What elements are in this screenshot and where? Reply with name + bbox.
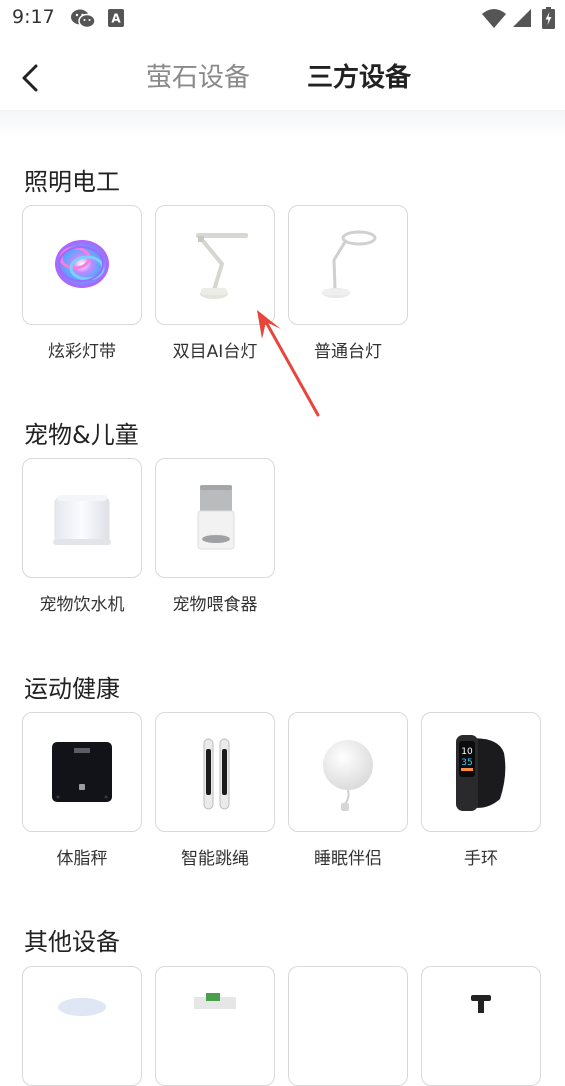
device-tile-dual-ai-desk-lamp[interactable]: 双目AI台灯 bbox=[155, 205, 275, 362]
svg-text:10: 10 bbox=[461, 747, 473, 757]
device-tile-other-3[interactable] bbox=[288, 966, 408, 1086]
wifi-icon bbox=[481, 8, 507, 32]
device-label: 宠物饮水机 bbox=[39, 595, 125, 615]
device-tile-fitness-band[interactable]: 10 35 手环 bbox=[421, 712, 541, 869]
device-tile-pet-feeder[interactable]: 宠物喂食器 bbox=[155, 458, 275, 615]
status-bar: 9:17 A bbox=[0, 0, 565, 38]
device-label: 双目AI台灯 bbox=[172, 342, 258, 362]
device-tile-sleep-companion[interactable]: 睡眠伴侣 bbox=[288, 712, 408, 869]
section-title: 其他设备 bbox=[24, 928, 120, 956]
device-tile-other-4[interactable] bbox=[421, 966, 541, 1086]
svg-text:A: A bbox=[111, 12, 121, 26]
device-tile-other-1[interactable] bbox=[22, 966, 142, 1086]
device-label: 普通台灯 bbox=[314, 342, 382, 362]
desk-lamp-icon bbox=[288, 205, 408, 325]
device-tile-pet-water-fountain[interactable]: 宠物饮水机 bbox=[22, 458, 142, 615]
led-strip-icon bbox=[22, 205, 142, 325]
device-tile-desk-lamp[interactable]: 普通台灯 bbox=[288, 205, 408, 362]
fitness-band-icon: 10 35 bbox=[421, 712, 541, 832]
body-fat-scale-icon bbox=[22, 712, 142, 832]
a-badge-icon: A bbox=[108, 9, 124, 31]
device-label: 智能跳绳 bbox=[181, 849, 249, 869]
device-tile-led-strip[interactable]: 炫彩灯带 bbox=[22, 205, 142, 362]
chevron-left-icon bbox=[22, 64, 38, 92]
section-title: 运动健康 bbox=[24, 675, 120, 703]
other-device-3-icon bbox=[288, 966, 408, 1086]
sleep-companion-icon bbox=[288, 712, 408, 832]
svg-text:35: 35 bbox=[461, 758, 472, 768]
section-title: 宠物&儿童 bbox=[24, 421, 139, 449]
device-label: 睡眠伴侣 bbox=[314, 849, 382, 869]
device-tile-body-fat-scale[interactable]: 体脂秤 bbox=[22, 712, 142, 869]
device-label: 宠物喂食器 bbox=[172, 595, 258, 615]
status-time: 9:17 bbox=[12, 6, 55, 28]
back-button[interactable] bbox=[14, 60, 50, 96]
header-divider bbox=[0, 110, 565, 138]
smart-jump-rope-icon bbox=[155, 712, 275, 832]
battery-charging-icon bbox=[542, 7, 555, 33]
tab-ezviz-devices[interactable]: 萤石设备 bbox=[146, 60, 250, 96]
device-label: 体脂秤 bbox=[56, 849, 108, 869]
top-nav-bar: 萤石设备 三方设备 bbox=[0, 38, 565, 120]
other-device-4-icon bbox=[421, 966, 541, 1086]
device-label: 手环 bbox=[464, 849, 498, 869]
other-device-1-icon bbox=[22, 966, 142, 1086]
device-tile-other-2[interactable] bbox=[155, 966, 275, 1086]
signal-icon bbox=[512, 8, 532, 32]
pet-water-fountain-icon bbox=[22, 458, 142, 578]
tab-third-party-devices[interactable]: 三方设备 bbox=[307, 60, 411, 96]
device-label: 炫彩灯带 bbox=[48, 342, 116, 362]
dual-ai-desk-lamp-icon bbox=[155, 205, 275, 325]
wechat-icon bbox=[70, 8, 96, 34]
device-tile-smart-jump-rope[interactable]: 智能跳绳 bbox=[155, 712, 275, 869]
other-device-2-icon bbox=[155, 966, 275, 1086]
pet-feeder-icon bbox=[155, 458, 275, 578]
section-title: 照明电工 bbox=[24, 168, 120, 196]
